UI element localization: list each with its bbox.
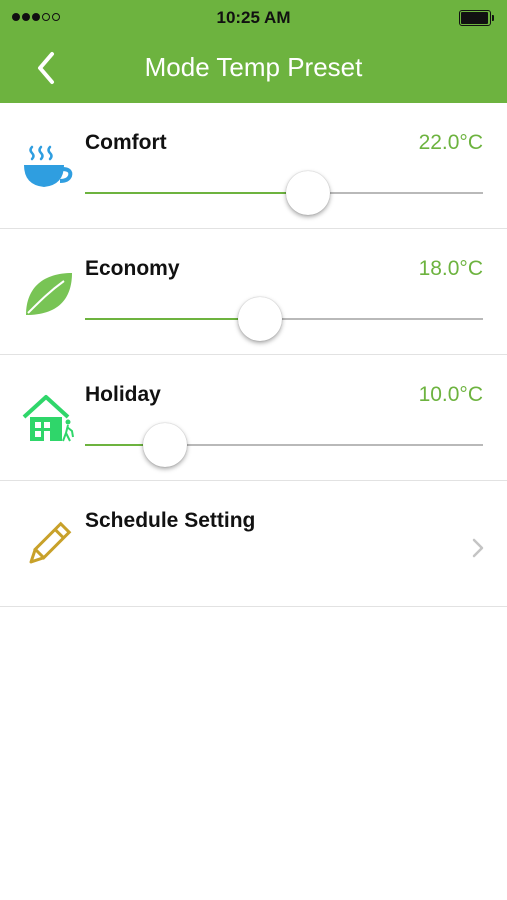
leaf-icon [26,273,72,315]
preset-row-holiday: Holiday 10.0°C [0,355,507,481]
slider-thumb[interactable] [286,171,330,215]
schedule-label: Schedule Setting [85,509,256,532]
slider-thumb[interactable] [143,423,187,467]
preset-label: Holiday [85,383,161,406]
status-time: 10:25 AM [216,8,291,27]
status-bar: 10:25 AM [0,0,507,36]
pencil-icon [29,521,72,564]
preset-row-comfort: Comfort 22.0°C [0,103,507,229]
coffee-cup-icon [24,145,73,187]
preset-label: Economy [85,257,180,280]
page-title: Mode Temp Preset [144,52,363,82]
preset-value: 18.0°C [418,257,483,280]
economy-temp-slider[interactable] [85,297,483,345]
schedule-setting-row[interactable]: Schedule Setting [0,481,507,607]
preset-row-economy: Economy 18.0°C [0,229,507,355]
battery-icon [459,10,494,26]
preset-label: Comfort [85,131,167,154]
preset-value: 10.0°C [418,383,483,406]
comfort-temp-slider[interactable] [85,171,483,219]
chevron-right-icon [472,538,484,558]
nav-bar: 10:25 AM Mode Temp Preset [0,0,507,103]
slider-thumb[interactable] [238,297,282,341]
preset-value: 22.0°C [418,131,483,154]
holiday-temp-slider[interactable] [85,423,483,471]
house-icon [22,395,74,442]
